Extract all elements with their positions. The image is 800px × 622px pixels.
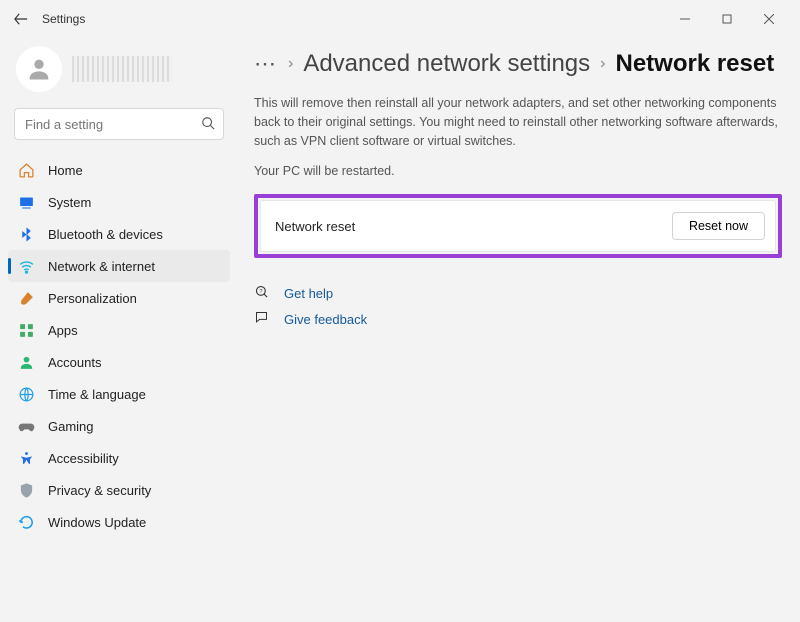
shield-icon [18,482,35,499]
minimize-button[interactable] [670,5,700,33]
nav-item-network[interactable]: Network & internet [8,250,230,282]
nav-item-bluetooth[interactable]: Bluetooth & devices [8,218,230,250]
nav-label: Personalization [48,291,137,306]
help-icon: ? [254,284,270,302]
apps-icon [18,322,35,339]
page-restart-note: Your PC will be restarted. [254,164,782,178]
window-title: Settings [42,12,85,26]
nav-label: Privacy & security [48,483,151,498]
update-icon [18,514,35,531]
chevron-right-icon: › [288,55,293,73]
nav-label: System [48,195,91,210]
reset-label: Network reset [275,219,355,234]
nav-label: Apps [48,323,78,338]
link-label: Give feedback [284,312,367,327]
nav-item-gaming[interactable]: Gaming [8,410,230,442]
search-icon [201,116,215,133]
page-title: Network reset [615,50,774,78]
titlebar: Settings [0,0,800,38]
nav-item-home[interactable]: Home [8,154,230,186]
nav-item-update[interactable]: Windows Update [8,506,230,538]
nav-item-accounts[interactable]: Accounts [8,346,230,378]
profile-name-redacted [72,56,172,82]
give-feedback-link[interactable]: Give feedback [254,306,782,332]
get-help-link[interactable]: ? Get help [254,280,782,306]
search-box[interactable] [14,108,224,140]
window-controls [670,5,794,33]
breadcrumb-parent[interactable]: Advanced network settings [303,50,590,78]
reset-now-button[interactable]: Reset now [672,212,765,240]
page-description: This will remove then reinstall all your… [254,94,782,150]
wifi-icon [18,258,35,275]
avatar [16,46,62,92]
nav-label: Accessibility [48,451,119,466]
nav-label: Home [48,163,83,178]
home-icon [18,162,35,179]
nav-label: Gaming [48,419,94,434]
nav-label: Bluetooth & devices [48,227,163,242]
globe-icon [18,386,35,403]
nav-label: Network & internet [48,259,155,274]
nav-item-personalization[interactable]: Personalization [8,282,230,314]
nav-label: Accounts [48,355,101,370]
breadcrumb: ⋯ › Advanced network settings › Network … [254,50,782,78]
system-icon [18,194,35,211]
nav-label: Windows Update [48,515,146,530]
gaming-icon [18,418,35,435]
bluetooth-icon [18,226,35,243]
feedback-icon [254,310,270,328]
link-label: Get help [284,286,333,301]
user-profile[interactable] [8,38,230,108]
highlight-annotation: Network reset Reset now [254,194,782,258]
nav-item-apps[interactable]: Apps [8,314,230,346]
user-icon [18,354,35,371]
brush-icon [18,290,35,307]
nav-item-accessibility[interactable]: Accessibility [8,442,230,474]
chevron-right-icon: › [600,55,605,73]
nav-label: Time & language [48,387,146,402]
svg-text:?: ? [259,289,262,295]
main-content: ⋯ › Advanced network settings › Network … [236,38,800,622]
accessibility-icon [18,450,35,467]
nav-list: Home System Bluetooth & devices Network … [8,154,230,538]
close-button[interactable] [754,5,784,33]
support-links: ? Get help Give feedback [254,280,782,332]
nav-item-system[interactable]: System [8,186,230,218]
search-input[interactable] [25,117,201,132]
nav-item-privacy[interactable]: Privacy & security [8,474,230,506]
breadcrumb-overflow[interactable]: ⋯ [254,51,278,77]
back-button[interactable] [6,4,36,34]
network-reset-card: Network reset Reset now [260,200,776,252]
sidebar: Home System Bluetooth & devices Network … [0,38,236,622]
maximize-button[interactable] [712,5,742,33]
nav-item-time[interactable]: Time & language [8,378,230,410]
